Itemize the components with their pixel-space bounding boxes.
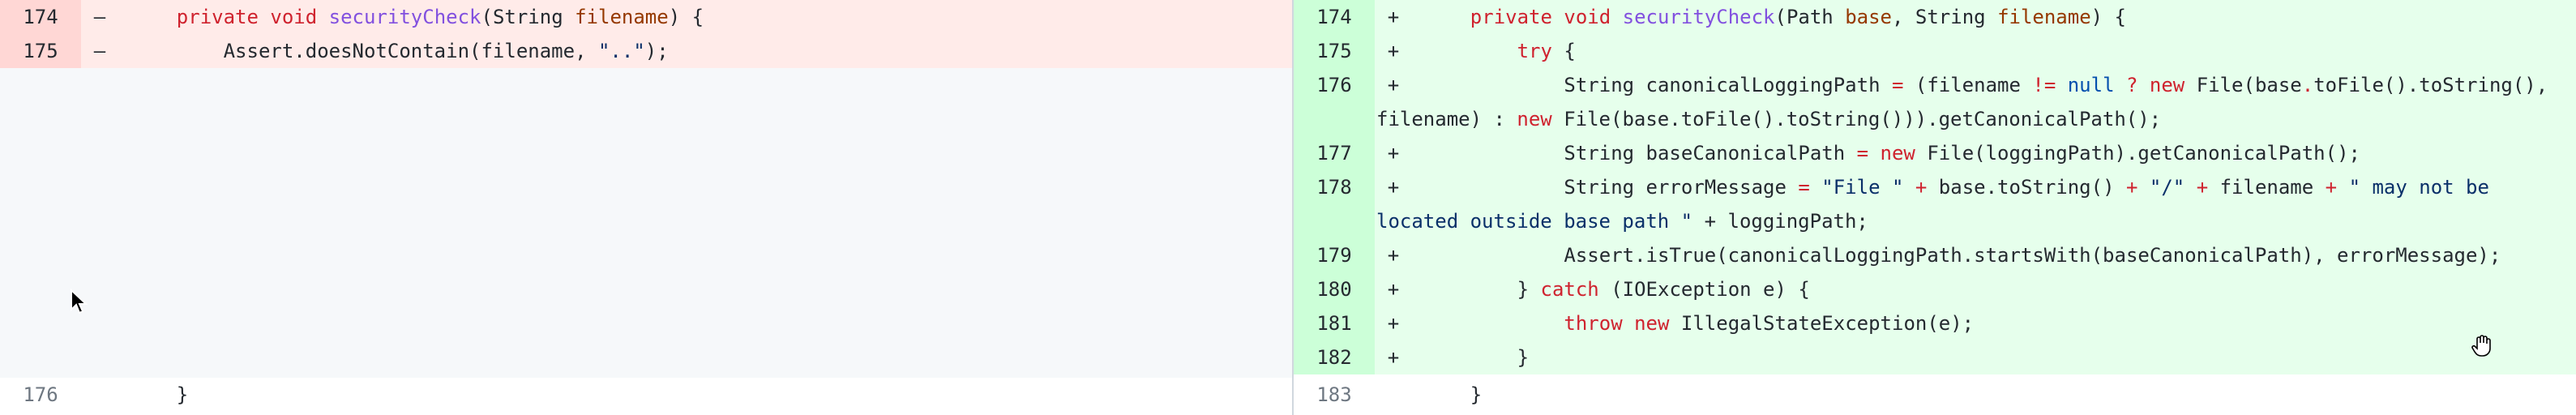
line-number: 178 bbox=[1294, 170, 1375, 238]
line-number: 179 bbox=[1294, 238, 1375, 272]
diff-sign: + bbox=[1387, 74, 1400, 96]
code-line-continuation: located outside base path " + loggingPat… bbox=[1376, 210, 1868, 233]
diff-sign: + bbox=[1387, 278, 1400, 301]
diff-sign: + bbox=[1387, 176, 1400, 199]
added-line: 181 + throw new IllegalStateException(e)… bbox=[1294, 306, 2576, 340]
line-number: 176 bbox=[1294, 68, 1375, 136]
diff-sign: + bbox=[1387, 312, 1400, 335]
code-line: private void securityCheck(String filena… bbox=[176, 6, 704, 28]
diff-sign: + bbox=[1387, 244, 1400, 267]
added-line: 177 + String baseCanonicalPath = new Fil… bbox=[1294, 136, 2576, 170]
code-line: } catch (IOException e) { bbox=[1423, 278, 1810, 301]
added-line: 179 + Assert.isTrue(canonicalLoggingPath… bbox=[1294, 238, 2576, 272]
diff-sign: + bbox=[1387, 6, 1400, 28]
code-line-continuation: filename) : new File(base.toFile().toStr… bbox=[1376, 108, 2162, 130]
line-number: 176 bbox=[23, 383, 58, 406]
code-line: Assert.doesNotContain(filename, ".."); bbox=[223, 40, 669, 62]
mouse-pointer-icon bbox=[71, 289, 88, 314]
added-line: 178 + String errorMessage = "File " + ba… bbox=[1294, 170, 2576, 238]
added-line: 175 + try { bbox=[1294, 34, 2576, 68]
code-line: } bbox=[1423, 383, 1483, 406]
code-line: } bbox=[1423, 346, 1530, 369]
right-diff-pane: 174 + private void securityCheck(Path ba… bbox=[1294, 0, 2576, 415]
diff-sign: + bbox=[1387, 142, 1400, 165]
line-number: 180 bbox=[1294, 272, 1375, 306]
line-number: 175 bbox=[0, 34, 81, 68]
diff-sign: – bbox=[93, 6, 106, 28]
code-line: } bbox=[176, 383, 189, 406]
diff-sign: – bbox=[93, 40, 106, 62]
added-line: 174 + private void securityCheck(Path ba… bbox=[1294, 0, 2576, 34]
context-line: 183 } bbox=[1294, 378, 2576, 412]
code-line: private void securityCheck(Path base, St… bbox=[1470, 6, 2127, 28]
code-line: String canonicalLoggingPath = (filename … bbox=[1564, 74, 2548, 96]
deleted-line: 174 – private void securityCheck(String … bbox=[0, 0, 1292, 34]
code-line: throw new IllegalStateException(e); bbox=[1564, 312, 1975, 335]
deleted-line: 175 – Assert.doesNotContain(filename, ".… bbox=[0, 34, 1292, 68]
line-number: 182 bbox=[1294, 340, 1375, 374]
code-line: try { bbox=[1517, 40, 1576, 62]
code-line: String baseCanonicalPath = new File(logg… bbox=[1564, 142, 2360, 165]
context-line: 176 } bbox=[0, 378, 1292, 412]
line-number: 181 bbox=[1294, 306, 1375, 340]
added-line: 180 + } catch (IOException e) { bbox=[1294, 272, 2576, 306]
diff-sign: + bbox=[1387, 346, 1400, 369]
line-number: 174 bbox=[1294, 0, 1375, 34]
line-number: 183 bbox=[1316, 383, 1352, 406]
added-line: 176 + String canonicalLoggingPath = (fil… bbox=[1294, 68, 2576, 136]
grab-hand-icon bbox=[2471, 335, 2491, 357]
empty-hunk-area bbox=[0, 68, 1292, 378]
left-diff-pane: 174 – private void securityCheck(String … bbox=[0, 0, 1292, 415]
line-number: 177 bbox=[1294, 136, 1375, 170]
code-line: Assert.isTrue(canonicalLoggingPath.start… bbox=[1564, 244, 2501, 267]
line-number: 174 bbox=[0, 0, 81, 34]
line-number: 175 bbox=[1294, 34, 1375, 68]
diff-sign: + bbox=[1387, 40, 1400, 62]
code-line: String errorMessage = "File " + base.toS… bbox=[1564, 176, 2489, 199]
added-line: 182 + } bbox=[1294, 340, 2576, 374]
